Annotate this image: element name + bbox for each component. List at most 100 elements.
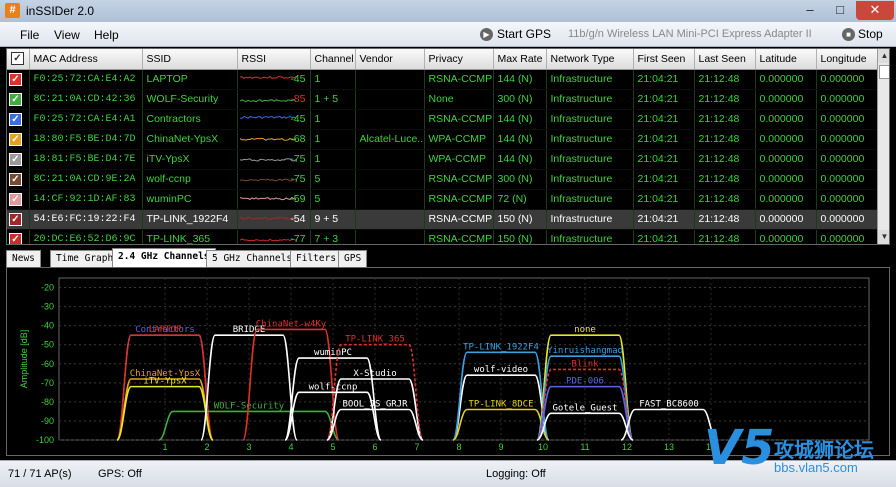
row-checkbox[interactable]: ✓ [7,109,30,130]
tab-5-ghz-channels[interactable]: 5 GHz Channels [206,250,299,267]
table-row[interactable]: ✓ 20:DC:E6:52:D6:9C TP-LINK_365 -77 7 + 3 RSN… [7,229,878,244]
table-scrollbar[interactable]: ▲ ▼ [877,49,889,244]
app-window: # inSSIDer 2.0 – □ ✕ File View Help ▶ Sta… [0,0,896,487]
cell-channel: 1 [310,129,356,150]
cell-channel: 5 [310,189,356,210]
column-header-network-type[interactable]: Network Type [546,49,634,70]
menu-view[interactable]: View [54,28,80,42]
stop-button[interactable]: ■ Stop [842,27,883,42]
menu-bar: File View Help ▶ Start GPS 11b/g/n Wirele… [0,22,896,47]
checkbox-icon[interactable]: ✓ [9,212,22,226]
cell-rate: 144 (N) [493,149,547,170]
menu-help[interactable]: Help [94,28,119,42]
logging-status: Logging: Off [486,468,546,480]
table-row[interactable]: ✓ 18:80:F5:BE:D4:7D ChinaNet-YpsX -68 1 Alcat… [7,129,878,150]
cell-mac: 8C:21:0A:CD:9E:2A [29,169,143,190]
checkbox-icon[interactable]: ✓ [9,72,22,86]
close-button[interactable]: ✕ [856,1,894,20]
checkbox-icon[interactable]: ✓ [9,92,22,106]
rssi-value: -59 [290,192,306,205]
cell-mac: 14:CF:92:1D:AF:83 [29,189,143,210]
scroll-down-icon[interactable]: ▼ [878,230,889,244]
cell-first: 21:04:21 [633,149,695,170]
cell-rssi: -68 [237,129,311,150]
cell-mac: 18:81:F5:BE:D4:7E [29,149,143,170]
tab-news[interactable]: News [6,250,41,267]
scroll-up-icon[interactable]: ▲ [878,49,889,63]
table-row[interactable]: ✓ 14:CF:92:1D:AF:83 wuminPC -59 5 RSNA-CCMP 72… [7,189,878,210]
network-label: wolf-ccnp [309,382,358,392]
table-row[interactable]: ✓ 8C:21:0A:CD:42:36 WOLF-Security -85 1 + 5 N… [7,89,878,110]
cell-type: Infrastructure [546,169,634,190]
rssi-value: -85 [290,92,306,105]
row-checkbox[interactable]: ✓ [7,209,30,230]
column-header-ssid[interactable]: SSID [142,49,238,70]
column-header-max-rate[interactable]: Max Rate [493,49,547,70]
checkbox-icon[interactable]: ✓ [9,232,22,244]
maximize-button[interactable]: □ [826,1,854,20]
scroll-thumb[interactable] [879,65,889,79]
table-row[interactable]: ✓ 8C:21:0A:CD:9E:2A wolf-ccnp -75 5 RSNA-CCMP… [7,169,878,190]
y-tick-label: -70 [41,378,54,388]
tab-gps[interactable]: GPS [338,250,368,267]
row-checkbox[interactable]: ✓ [7,229,30,244]
cell-mac: F0:25:72:CA:E4:A1 [29,109,143,130]
row-checkbox[interactable]: ✓ [7,129,30,150]
column-header-latitude[interactable]: Latitude [755,49,817,70]
menu-file[interactable]: File [20,28,39,42]
rssi-value: -68 [290,132,306,145]
checkbox-icon[interactable]: ✓ [9,132,22,146]
cell-type: Infrastructure [546,149,634,170]
row-checkbox[interactable]: ✓ [7,149,30,170]
cell-channel: 1 [310,149,356,170]
row-checkbox[interactable]: ✓ [7,169,30,190]
cell-lat: 0.000000 [755,169,817,190]
x-tick-label: 10 [538,442,548,452]
row-checkbox[interactable]: ✓ [7,89,30,110]
row-checkbox[interactable]: ✓ [7,189,30,210]
cell-vendor [355,149,425,170]
minimize-button[interactable]: – [796,1,824,20]
tab-filters[interactable]: Filters [290,250,343,267]
network-table: ✓ MAC Address SSID RSSI Channel Vendor Privacy… [6,48,890,245]
y-tick-label: -80 [41,397,54,407]
cell-mac: 18:80:F5:BE:D4:7D [29,129,143,150]
cell-ssid: LAPTOP [142,69,238,90]
cell-lon: 0.000000 [816,69,878,90]
table-row[interactable]: ✓ F0:25:72:CA:E4:A1 Contractors -45 1 RSNA-CC… [7,109,878,130]
rssi-sparkline [239,178,296,181]
x-tick-label: 13 [664,442,674,452]
rssi-sparkline [239,137,296,141]
column-header-first-seen[interactable]: First Seen [633,49,695,70]
cell-type: Infrastructure [546,189,634,210]
column-header-rssi[interactable]: RSSI [237,49,311,70]
column-header-privacy[interactable]: Privacy [424,49,494,70]
column-header-channel[interactable]: Channel [310,49,356,70]
tab-time-graph[interactable]: Time Graph [50,250,120,267]
watermark-text: 攻城狮论坛 [774,438,874,462]
cell-vendor [355,69,425,90]
tab-2-4-ghz-channels[interactable]: 2.4 GHz Channels [112,248,216,267]
column-header-longitude[interactable]: Longitude [816,49,878,70]
checkbox-icon[interactable]: ✓ [9,192,22,206]
cell-lon: 0.000000 [816,149,878,170]
cell-channel: 1 + 5 [310,89,356,110]
table-row[interactable]: ✓ 54:E6:FC:19:22:F4 TP-LINK_1922F4 -54 9 + 5… [7,209,878,230]
cell-first: 21:04:21 [633,169,695,190]
adapter-select[interactable]: 11b/g/n Wireless LAN Mini-PCI Express Ad… [568,28,812,40]
checkbox-icon[interactable]: ✓ [9,172,22,186]
column-header-mac-address[interactable]: MAC Address [29,49,143,70]
watermark-url: bbs.vlan5.com [774,460,858,475]
cell-rate: 144 (N) [493,69,547,90]
checkbox-icon[interactable]: ✓ [9,112,22,126]
column-header-vendor[interactable]: Vendor [355,49,425,70]
cell-ssid: TP-LINK_365 [142,229,238,244]
table-row[interactable]: ✓ 18:81:F5:BE:D4:7E iTV-YpsX -75 1 WPA-CCMP 14… [7,149,878,170]
start-gps-button[interactable]: ▶ Start GPS [480,27,551,42]
row-checkbox[interactable]: ✓ [7,69,30,90]
cell-type: Infrastructure [546,89,634,110]
column-header-last-seen[interactable]: Last Seen [694,49,756,70]
checkbox-icon[interactable]: ✓ [9,152,22,166]
select-all-checkbox[interactable]: ✓ [7,49,30,70]
table-row[interactable]: ✓ F0:25:72:CA:E4:A2 LAPTOP -45 1 RSNA-CCMP 144… [7,69,878,90]
